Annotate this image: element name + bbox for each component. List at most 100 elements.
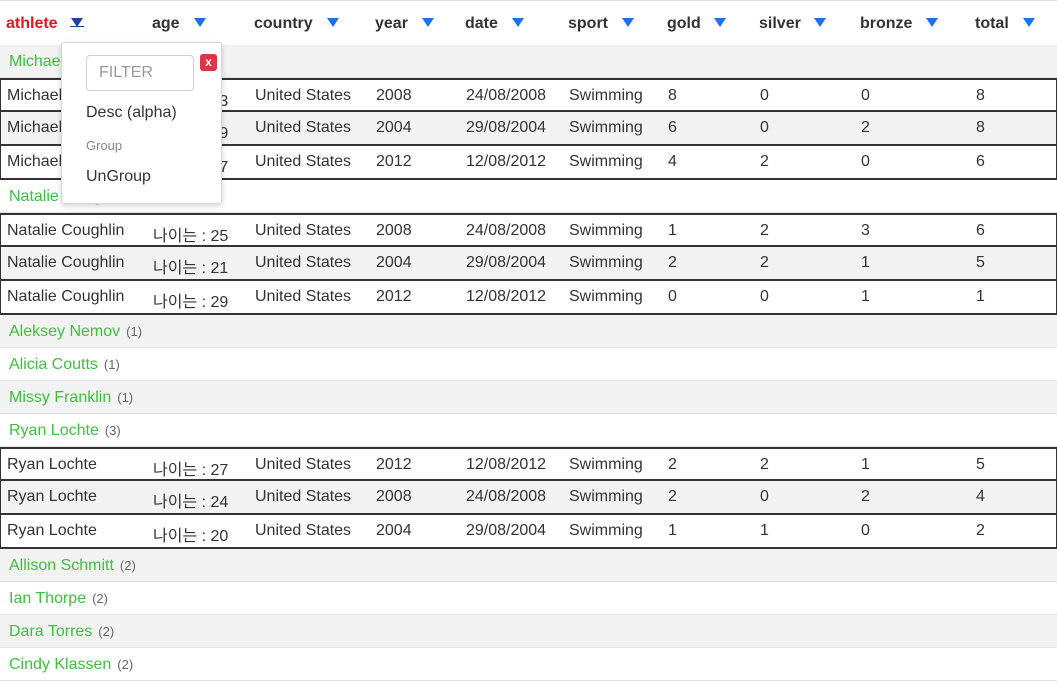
cell-sport: Swimming — [569, 254, 643, 271]
group-name-label: Cindy Klassen — [9, 656, 112, 673]
cell-country: United States — [255, 288, 352, 305]
column-header-bronze[interactable]: bronze — [860, 15, 912, 33]
table-row[interactable]: Ryan Lochte 나이는 : 20 United States 2004 29/0… — [0, 515, 1057, 549]
column-menu-arrow-icon[interactable] — [194, 18, 206, 27]
group-row[interactable]: Dara Torres (2) — [0, 615, 1057, 648]
group-name[interactable]: Ian Thorpe (2) — [9, 590, 108, 608]
cell-silver: 0 — [760, 119, 769, 136]
cell-age: 나이는 : 29 — [153, 294, 229, 311]
cell-bronze: 1 — [861, 254, 870, 271]
cell-country: United States — [255, 222, 352, 239]
group-row[interactable]: Ryan Lochte (3) — [0, 414, 1057, 447]
column-header-country[interactable]: country — [254, 15, 313, 33]
cell-bronze: 0 — [861, 87, 870, 104]
cell-sport: Swimming — [569, 456, 643, 473]
cell-country: United States — [255, 87, 352, 104]
column-menu-arrow-icon[interactable] — [714, 18, 726, 27]
grid-header: athlete age country year date sport gold silver… — [0, 0, 1057, 45]
cell-silver: 2 — [760, 456, 769, 473]
group-row[interactable]: Alicia Coutts (1) — [0, 348, 1057, 381]
cell-athlete: Ryan Lochte — [7, 522, 97, 539]
table-row[interactable]: Natalie Coughlin 나이는 : 29 United States 201… — [0, 281, 1057, 315]
cell-country: United States — [255, 254, 352, 271]
cell-country: United States — [255, 522, 352, 539]
cell-athlete: Natalie Coughlin — [7, 254, 125, 271]
column-menu-arrow-icon[interactable] — [814, 18, 826, 27]
column-header-gold[interactable]: gold — [667, 15, 701, 33]
cell-year: 2008 — [376, 87, 412, 104]
column-header-age[interactable]: age — [152, 15, 180, 33]
cell-sport: Swimming — [569, 87, 643, 104]
group-name[interactable]: Ryan Lochte (3) — [9, 422, 121, 440]
column-header-year[interactable]: year — [375, 15, 408, 33]
cell-silver: 0 — [760, 488, 769, 505]
cell-silver: 0 — [760, 87, 769, 104]
column-header-sport[interactable]: sport — [568, 15, 608, 33]
table-row[interactable]: Ryan Lochte 나이는 : 24 United States 2008 24/0… — [0, 481, 1057, 515]
cell-gold: 8 — [668, 87, 677, 104]
cell-athlete: Natalie Coughlin — [7, 222, 125, 239]
cell-sport: Swimming — [569, 222, 643, 239]
cell-athlete: Ryan Lochte — [7, 488, 97, 505]
group-row[interactable]: Aleksey Nemov (1) — [0, 315, 1057, 348]
group-name-label: Ryan Lochte — [9, 422, 99, 439]
cell-bronze: 0 — [861, 153, 870, 170]
table-row[interactable]: Natalie Coughlin 나이는 : 21 United States 200… — [0, 247, 1057, 281]
group-count: (1) — [103, 357, 120, 372]
cell-age: 나이는 : 25 — [153, 228, 229, 245]
cell-age: 나이는 : 24 — [153, 494, 229, 511]
group-count: (2) — [117, 657, 134, 672]
column-header-athlete[interactable]: athlete — [6, 15, 58, 33]
cell-total: 8 — [976, 87, 985, 104]
column-menu-arrow-icon[interactable] — [327, 18, 339, 27]
cell-gold: 2 — [668, 254, 677, 271]
cell-bronze: 3 — [861, 222, 870, 239]
column-header-silver[interactable]: silver — [759, 15, 801, 33]
column-header-total[interactable]: total — [975, 15, 1009, 33]
cell-total: 6 — [976, 153, 985, 170]
cell-country: United States — [255, 488, 352, 505]
group-name[interactable]: Dara Torres (2) — [9, 623, 114, 641]
group-row[interactable]: Missy Franklin (1) — [0, 381, 1057, 414]
column-menu-arrow-icon[interactable] — [512, 18, 524, 27]
cell-sport: Swimming — [569, 119, 643, 136]
ungroup-item[interactable]: UnGroup — [86, 168, 151, 186]
column-menu-arrow-icon[interactable] — [1023, 18, 1035, 27]
sort-desc-alpha-item[interactable]: Desc (alpha) — [86, 104, 177, 122]
cell-year: 2004 — [376, 119, 412, 136]
cell-gold: 1 — [668, 222, 677, 239]
group-row[interactable]: Allison Schmitt (2) — [0, 549, 1057, 582]
column-menu-arrow-icon[interactable] — [70, 18, 84, 27]
column-menu-arrow-icon[interactable] — [926, 18, 938, 27]
cell-date: 24/08/2008 — [466, 488, 547, 505]
cell-silver: 2 — [760, 153, 769, 170]
group-name[interactable]: Missy Franklin (1) — [9, 389, 133, 407]
group-name[interactable]: Alicia Coutts (1) — [9, 356, 120, 374]
cell-total: 8 — [976, 119, 985, 136]
cell-sport: Swimming — [569, 488, 643, 505]
group-name[interactable]: Cindy Klassen (2) — [9, 656, 133, 674]
group-row[interactable]: Cindy Klassen (2) — [0, 648, 1057, 681]
cell-gold: 6 — [668, 119, 677, 136]
group-name[interactable]: Allison Schmitt (2) — [9, 557, 136, 575]
group-name-label: Aleksey Nemov — [9, 323, 121, 340]
column-menu-arrow-icon[interactable] — [422, 18, 434, 27]
cell-sport: Swimming — [569, 522, 643, 539]
cell-date: 29/08/2004 — [466, 522, 547, 539]
cell-year: 2004 — [376, 522, 412, 539]
group-name-label: Dara Torres — [9, 623, 93, 640]
cell-date: 29/08/2004 — [466, 254, 547, 271]
cell-gold: 2 — [668, 488, 677, 505]
column-header-date[interactable]: date — [465, 15, 498, 33]
column-menu-arrow-icon[interactable] — [622, 18, 634, 27]
filter-input[interactable] — [86, 55, 194, 91]
cell-date: 12/08/2012 — [466, 456, 547, 473]
cell-date: 24/08/2008 — [466, 222, 547, 239]
cell-year: 2012 — [376, 153, 412, 170]
group-name-label: Allison Schmitt — [9, 557, 114, 574]
close-menu-button[interactable]: x — [200, 54, 217, 71]
group-row[interactable]: Ian Thorpe (2) — [0, 582, 1057, 615]
group-name[interactable]: Aleksey Nemov (1) — [9, 323, 142, 341]
table-row[interactable]: Ryan Lochte 나이는 : 27 United States 2012 12/0… — [0, 447, 1057, 481]
table-row[interactable]: Natalie Coughlin 나이는 : 25 United States 200… — [0, 213, 1057, 247]
